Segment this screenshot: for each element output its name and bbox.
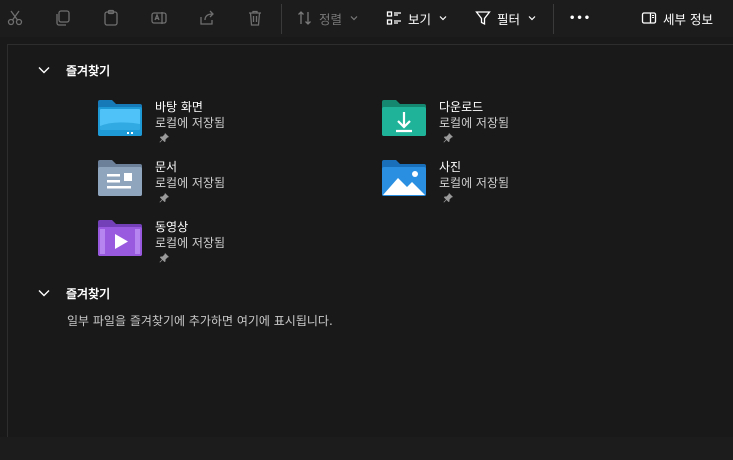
view-button[interactable]: 보기: [386, 6, 447, 30]
item-name: 바탕 화면: [155, 100, 203, 114]
videos-folder-icon: [98, 220, 142, 256]
chevron-down-icon: [350, 16, 358, 21]
toolbar-separator: [553, 4, 554, 34]
documents-folder-icon: [98, 160, 142, 196]
quick-access-item-documents[interactable]: 문서 로컬에 저장됨: [97, 158, 337, 216]
delete-icon[interactable]: [245, 8, 265, 28]
favorites-empty-message: 일부 파일을 즐겨찾기에 추가하면 여기에 표시됩니다.: [67, 314, 333, 328]
content-divider: [7, 44, 733, 45]
sort-label: 정렬: [319, 11, 343, 27]
chevron-down-icon: [439, 16, 447, 21]
quick-access-item-videos[interactable]: 동영상 로컬에 저장됨: [97, 218, 337, 276]
sort-icon: [298, 11, 311, 25]
quick-access-item-desktop[interactable]: 바탕 화면 로컬에 저장됨: [97, 98, 337, 156]
pin-icon: [443, 133, 453, 143]
filter-label: 필터: [497, 11, 521, 27]
sort-button[interactable]: 정렬: [297, 6, 358, 30]
toolbar-separator: [281, 4, 282, 34]
chevron-down-icon: [528, 16, 536, 21]
details-pane-button[interactable]: 세부 정보: [641, 6, 713, 30]
rename-icon[interactable]: [149, 8, 169, 28]
share-icon[interactable]: [197, 8, 217, 28]
view-icon: [386, 11, 401, 25]
pin-icon: [159, 193, 169, 203]
favorites-header[interactable]: 즐겨찾기: [36, 283, 110, 303]
pin-icon: [159, 253, 169, 263]
cut-icon[interactable]: [5, 8, 25, 28]
details-pane-label: 세부 정보: [663, 11, 713, 27]
pictures-folder-icon: [382, 160, 426, 196]
filter-button[interactable]: 필터: [475, 6, 536, 30]
quick-access-item-downloads[interactable]: 다운로드 로컬에 저장됨: [381, 98, 621, 156]
view-label: 보기: [408, 11, 432, 27]
item-location: 로컬에 저장됨: [155, 116, 226, 130]
item-location: 로컬에 저장됨: [155, 176, 226, 190]
chevron-down-icon: [38, 67, 50, 74]
more-icon: •••: [569, 12, 592, 24]
paste-icon[interactable]: [101, 8, 121, 28]
pin-icon: [159, 133, 169, 143]
downloads-folder-icon: [382, 100, 426, 136]
status-bar: [0, 437, 733, 460]
quick-access-header[interactable]: 즐겨찾기: [36, 60, 110, 80]
item-location: 로컬에 저장됨: [439, 116, 510, 130]
details-pane-icon: [641, 12, 657, 24]
filter-icon: [475, 11, 491, 26]
quick-access-title: 즐겨찾기: [66, 63, 111, 78]
chevron-down-icon: [38, 290, 50, 297]
pin-icon: [443, 193, 453, 203]
quick-access-item-pictures[interactable]: 사진 로컬에 저장됨: [381, 158, 621, 216]
item-name: 문서: [155, 160, 178, 174]
copy-icon[interactable]: [53, 8, 73, 28]
favorites-title: 즐겨찾기: [66, 286, 111, 301]
item-location: 로컬에 저장됨: [155, 236, 226, 250]
command-bar: 정렬 보기 필터 ••• 세부 정보: [0, 0, 733, 37]
item-name: 다운로드: [439, 100, 484, 114]
desktop-folder-icon: [98, 100, 142, 136]
navigation-pane-edge: [7, 45, 8, 437]
item-location: 로컬에 저장됨: [439, 176, 510, 190]
item-name: 사진: [439, 160, 462, 174]
item-name: 동영상: [155, 220, 189, 234]
more-options-button[interactable]: •••: [569, 6, 591, 30]
